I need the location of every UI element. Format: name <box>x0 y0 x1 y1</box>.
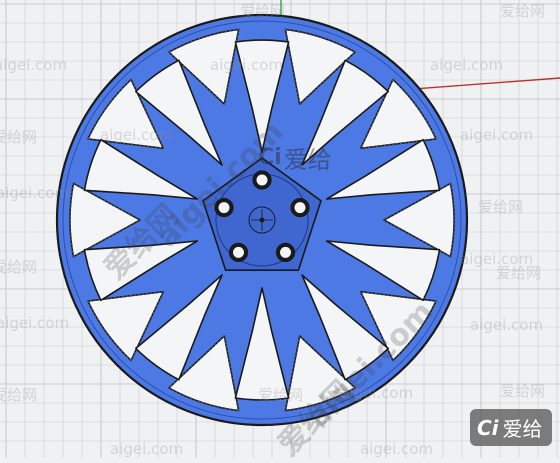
ci-logo-icon: Ci <box>477 415 499 440</box>
wheel-model-canvas[interactable] <box>0 0 560 458</box>
lug-bore <box>294 202 306 214</box>
brand-badge-text: 爱给 <box>502 417 543 441</box>
lug-bore <box>280 246 291 258</box>
wheel-model[interactable] <box>55 13 469 427</box>
brand-badge: Ci 爱给 <box>470 409 552 446</box>
lug-bore <box>218 202 230 214</box>
lug-bore <box>256 174 268 186</box>
lug-bore <box>233 246 244 258</box>
cad-viewport[interactable]: aigei.com 爱给网 aigei.com 爱给网 aigei.com 爱给… <box>0 0 560 462</box>
